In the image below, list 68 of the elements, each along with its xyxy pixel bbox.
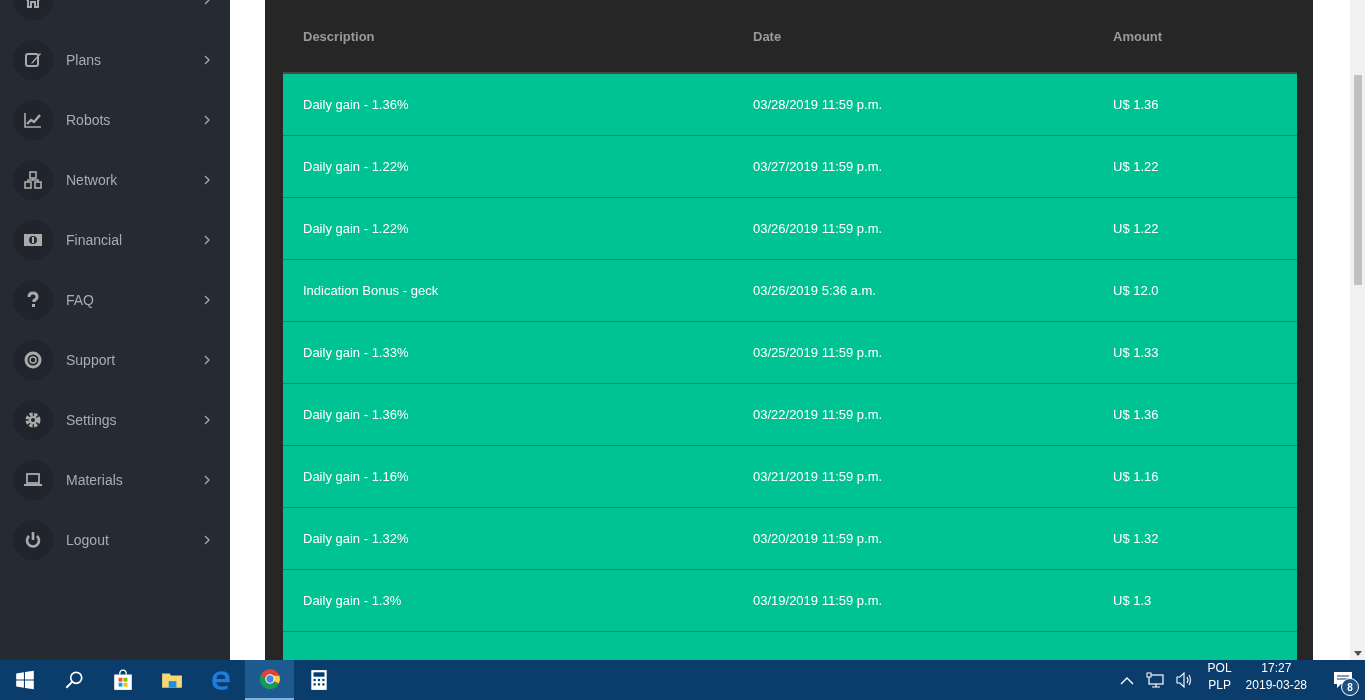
power-icon	[23, 530, 43, 550]
taskbar-button[interactable]	[245, 660, 294, 700]
shopping-bag-icon	[111, 669, 134, 691]
chevron-icon	[204, 535, 210, 545]
table-cell-text: U$ 1.33	[1113, 345, 1160, 360]
scroll-down-icon[interactable]	[1353, 651, 1362, 656]
lifebuoy-icon	[23, 350, 43, 370]
column-header: Date	[753, 28, 783, 44]
table-cell-text: 03/19/2019 11:59 p.m.	[753, 593, 884, 608]
sidebar-item[interactable]: Settings	[0, 390, 230, 450]
scrollbar-thumb[interactable]	[1353, 75, 1362, 285]
language-indicator[interactable]: POL PLP	[1199, 660, 1240, 700]
table-cell-text: U$ 1.3	[1113, 593, 1153, 608]
sidebar-item[interactable]: Materials	[0, 450, 230, 510]
chevron-icon	[204, 235, 210, 245]
chevron-icon	[204, 415, 210, 425]
scrollbar[interactable]	[1350, 0, 1365, 660]
sidebar-item[interactable]: Plans	[0, 30, 230, 90]
sidebar-item[interactable]: Financial	[0, 210, 230, 270]
sidebar-item[interactable]: Robots	[0, 90, 230, 150]
table-cell-text: U$ 1.36	[1113, 407, 1160, 422]
chevron-icon	[204, 175, 210, 185]
browser-circle-icon	[258, 668, 281, 690]
chevron-icon	[204, 55, 210, 65]
chevron-icon	[204, 475, 210, 485]
line-chart-icon	[23, 110, 43, 130]
table-cell-text: 03/20/2019 11:59 p.m.	[753, 531, 884, 546]
table-cell-text: 03/28/2019 11:59 p.m.	[753, 97, 884, 112]
browser-e-icon	[209, 669, 232, 691]
column-header: Description	[303, 28, 376, 44]
table-cell-text: U$ 12.0	[1113, 283, 1160, 298]
table-cell-text: Daily gain - 1.22%	[303, 221, 410, 236]
table-cell-text: 03/25/2019 11:59 p.m.	[753, 345, 884, 360]
caret-up-icon[interactable]	[1119, 675, 1134, 685]
sidebar-item[interactable]: Network	[0, 150, 230, 210]
column-header: Amount	[1113, 28, 1164, 44]
table-cell-text: Daily gain - 1.3%	[303, 593, 403, 608]
table-cell-text: U$ 1.22	[1113, 159, 1160, 174]
table-cell-text: Daily gain - 1.32%	[303, 531, 410, 546]
table-cell-text: U$ 1.36	[1113, 97, 1160, 112]
sidebar-item[interactable]: Logout	[0, 510, 230, 570]
table-cell-text: Daily gain - 1.36%	[303, 97, 410, 112]
table-cell-text: 03/26/2019 11:59 p.m.	[753, 221, 884, 236]
table-cell-text: U$ 1.32	[1113, 531, 1160, 546]
clock[interactable]: 17:27 2019-03-28	[1239, 660, 1321, 700]
table-cell-text: 03/22/2019 11:59 p.m.	[753, 407, 884, 422]
table-cell-text: Daily gain - 1.16%	[303, 469, 410, 484]
network-icon	[23, 170, 43, 190]
notification-badge: 8	[1341, 678, 1359, 696]
sidebar-item[interactable]: Support	[0, 330, 230, 390]
edit-icon	[23, 50, 43, 70]
table-cell-text: Daily gain - 1.36%	[303, 407, 410, 422]
table-cell-text: U$ 1.22	[1113, 221, 1160, 236]
chevron-icon	[204, 115, 210, 125]
chevron-icon	[204, 355, 210, 365]
table-cell-text: U$ 1.16	[1113, 469, 1160, 484]
table-cell-text: 03/27/2019 11:59 p.m.	[753, 159, 884, 174]
table-cell-text: 03/26/2019 5:36 a.m.	[753, 283, 877, 298]
table-cell-text: 03/21/2019 11:59 p.m.	[753, 469, 884, 484]
sidebar-item[interactable]: FAQ	[0, 270, 230, 330]
chevron-icon	[204, 295, 210, 305]
gear-icon	[23, 410, 43, 430]
network-icon[interactable]	[1145, 672, 1164, 688]
table-cell-text: Daily gain - 1.22%	[303, 159, 410, 174]
windows-logo-icon	[13, 669, 36, 691]
table-cell-text: Indication Bonus - geck	[303, 283, 440, 298]
speaker-icon[interactable]	[1175, 672, 1194, 688]
table-cell-text: Daily gain - 1.33%	[303, 345, 410, 360]
